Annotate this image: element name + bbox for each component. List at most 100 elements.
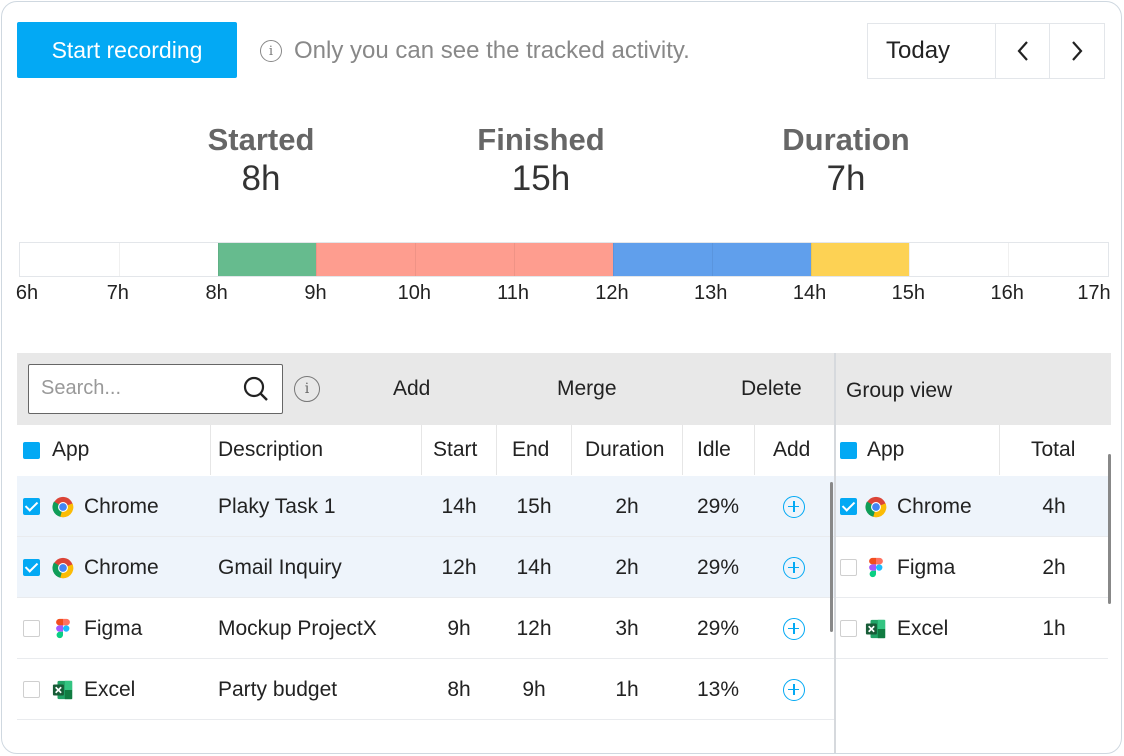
chevron-left-icon [1017,41,1028,61]
excel-icon [52,680,73,699]
group-app-name: Figma [897,555,956,579]
duration-cell: 2h [615,555,639,579]
timeline-gridline [217,243,219,276]
group-view-label: Group view [846,379,953,402]
finished-value: 15h [511,159,571,198]
description-cell[interactable]: Party budget [218,659,337,720]
app-name: Figma [84,616,143,640]
next-day-button[interactable] [1050,24,1104,78]
timeline-tick-label: 7h [106,282,129,304]
chrome-icon [52,496,74,517]
search-input[interactable]: Search... [28,364,283,414]
row-checkbox[interactable] [23,559,40,576]
started-label: Started [207,122,315,157]
timeline-tick-label: 10h [397,282,431,304]
row-checkbox[interactable] [23,620,40,637]
group-row[interactable]: Figma 2h [836,537,1108,598]
select-all-checkbox[interactable] [23,441,40,459]
chrome-icon [865,496,887,517]
timeline-gridline [118,243,120,276]
group-row-checkbox[interactable] [840,620,857,637]
row-checkbox[interactable] [23,498,40,515]
header-duration[interactable]: Duration [585,425,664,475]
merge-button[interactable]: Merge [557,377,617,401]
group-row[interactable]: Excel 1h [836,598,1108,659]
timeline-tick-label: 13h [694,282,728,304]
column-separator [210,425,211,475]
timeline-gridline [316,243,318,276]
group-header-app[interactable]: App [840,425,904,475]
timeline-segment[interactable] [316,243,613,276]
duration-cell: 3h [615,616,639,640]
table-row[interactable]: Chrome Gmail Inquiry 12h 14h 2h 29% [17,537,834,598]
tracker-window: Start recording i Only you can see the t… [1,1,1122,754]
timeline-tick-label: 12h [595,282,629,304]
table-scrollbar[interactable] [830,482,833,632]
group-row-checkbox[interactable] [840,559,857,576]
info-icon[interactable]: i [294,376,320,402]
excel-icon [865,619,886,638]
app-cell: Chrome [23,476,159,537]
add-cell [783,598,805,659]
add-circle-icon[interactable] [783,617,805,640]
add-circle-icon[interactable] [783,495,805,518]
group-total-cell: 2h [1042,555,1066,579]
group-select-all-checkbox[interactable] [840,441,857,459]
app-cell: Figma [23,598,142,659]
idle-cell: 29% [696,494,740,518]
start-recording-button[interactable]: Start recording [17,22,237,78]
timeline-gridline [909,243,911,276]
idle-cell: 29% [696,555,740,579]
row-checkbox[interactable] [23,681,40,698]
timeline-gridline [1008,243,1010,276]
today-button[interactable]: Today [868,24,996,78]
idle-cell: 29% [696,616,740,640]
end-cell: 12h [516,616,552,640]
group-app-name: Excel [897,616,949,640]
column-separator [682,425,683,475]
add-circle-icon[interactable] [783,678,805,701]
privacy-note: i Only you can see the tracked activity. [260,36,690,66]
timeline-segment[interactable] [217,243,317,276]
description-cell[interactable]: Plaky Task 1 [218,476,336,537]
add-cell [783,659,805,720]
start-cell: 14h [441,494,477,518]
duration-label: Duration [782,122,910,157]
add-cell [783,537,805,598]
add-button[interactable]: Add [393,377,430,401]
duration-stat: Duration 7h [716,122,976,200]
finished-stat: Finished 15h [411,122,671,200]
table-row[interactable]: Figma Mockup ProjectX 9h 12h 3h 29% [17,598,834,659]
end-cell: 14h [516,555,552,579]
header-description[interactable]: Description [218,425,323,475]
app-cell: Excel [23,659,135,720]
delete-button[interactable]: Delete [741,377,802,401]
column-separator [421,425,422,475]
description-cell[interactable]: Mockup ProjectX [218,598,377,659]
table-row[interactable]: Chrome Plaky Task 1 14h 15h 2h 29% [17,476,834,537]
group-row[interactable]: Chrome 4h [836,476,1108,537]
activity-timeline [19,242,1109,277]
start-cell: 8h [447,677,471,701]
header-idle[interactable]: Idle [697,425,731,475]
add-circle-icon[interactable] [783,556,805,579]
group-header-total[interactable]: Total [1031,425,1075,475]
timeline-segment[interactable] [810,243,910,276]
header-start[interactable]: Start [433,425,477,475]
info-icon: i [260,40,282,62]
timeline-tick-label: 8h [205,282,228,304]
column-separator [571,425,572,475]
group-scrollbar[interactable] [1108,454,1111,604]
timeline-gridline [711,243,713,276]
previous-day-button[interactable] [996,24,1050,78]
group-row-checkbox[interactable] [840,498,857,515]
header-end[interactable]: End [512,425,549,475]
table-row[interactable]: Excel Party budget 8h 9h 1h 13% [17,659,834,720]
duration-cell: 1h [615,677,639,701]
search-icon[interactable] [242,375,270,403]
app-name: Chrome [84,494,159,518]
figma-icon [56,618,70,638]
header-app[interactable]: App [23,425,89,475]
timeline-tick-label: 11h [497,282,530,304]
description-cell[interactable]: Gmail Inquiry [218,537,342,598]
